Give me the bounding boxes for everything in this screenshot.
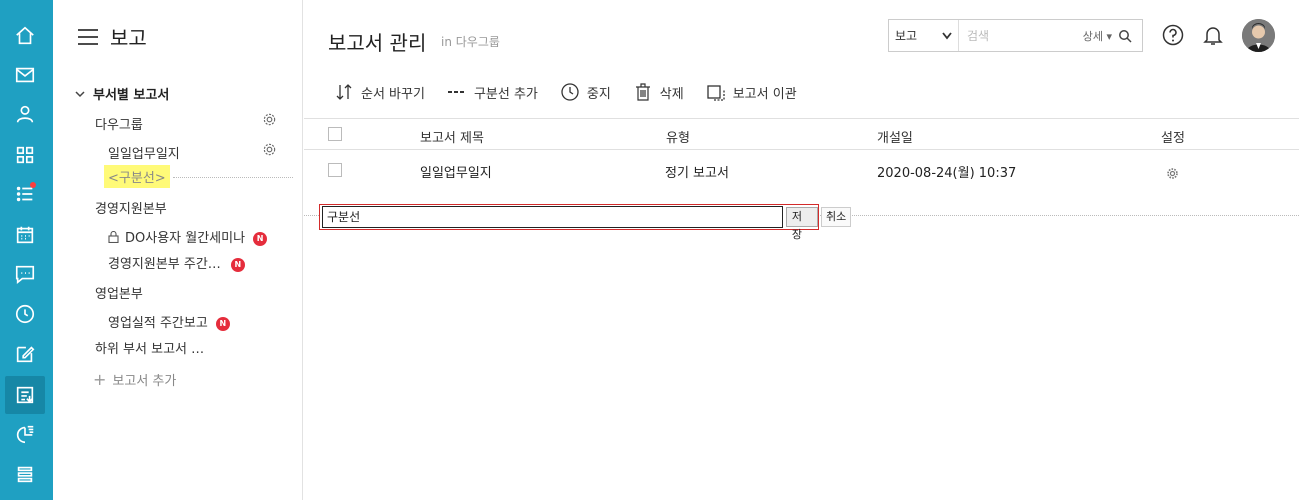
mail-icon[interactable]	[5, 56, 45, 94]
reorder-button[interactable]: 순서 바꾸기	[334, 82, 425, 102]
search-scope-select[interactable]: 보고	[889, 20, 959, 51]
add-separator-button[interactable]: 구분선 추가	[447, 82, 538, 102]
search-detail-label: 상세	[1082, 29, 1103, 43]
user-icon[interactable]	[5, 95, 45, 133]
sidebar-item-sales[interactable]: 영업본부	[95, 283, 143, 302]
sidebar-item-label: 경영지원본부	[95, 202, 167, 217]
dashed-line-icon	[447, 91, 466, 93]
page-title: 보고서 관리	[328, 31, 427, 55]
table-row[interactable]: 일일업무일지 정기 보고서 2020-08-24(월) 10:37	[304, 150, 1299, 192]
new-badge: N	[215, 316, 230, 331]
search-scope-value: 보고	[895, 29, 918, 43]
gear-icon[interactable]	[262, 142, 277, 157]
sidebar-title: 보고	[110, 26, 147, 50]
sidebar-item-management-weekly[interactable]: 경영지원본부 주간… N	[108, 253, 245, 272]
trash-icon	[635, 83, 650, 101]
sidebar-item-label: 경영지원본부 주간…	[108, 257, 221, 272]
sidebar-header: 보고	[78, 22, 147, 51]
edit-icon[interactable]	[5, 335, 45, 373]
row-created: 2020-08-24(월) 10:37	[877, 166, 1017, 181]
chat-icon[interactable]	[5, 255, 45, 293]
chevron-down-icon	[942, 32, 952, 40]
apps-icon[interactable]	[5, 136, 45, 174]
search-box: 보고 검색 상세 ▾	[888, 19, 1143, 52]
stop-label: 중지	[586, 86, 611, 102]
reorder-label: 순서 바꾸기	[361, 86, 425, 102]
separator-name-input[interactable]: 구분선	[322, 206, 783, 228]
sidebar: 보고 부서별 보고서 다우그룹 일일업무일지 <구분선> 경영지원본부 DO사용…	[53, 0, 303, 500]
bell-icon[interactable]	[1202, 24, 1224, 46]
search-icon[interactable]	[1118, 29, 1132, 43]
toolbar: 순서 바꾸기 구분선 추가 중지 삭제 보고서 이관	[334, 82, 819, 102]
sidebar-item-sales-weekly[interactable]: 영업실적 주간보고 N	[108, 312, 230, 331]
sidebar-separator-line	[173, 177, 293, 178]
sidebar-item-label: 일일업무일지	[108, 147, 180, 162]
add-report-label: 보고서 추가	[112, 374, 177, 389]
gear-icon[interactable]	[262, 112, 277, 127]
sidebar-item-label: 영업본부	[95, 287, 143, 302]
cancel-button[interactable]: 취소	[821, 207, 852, 227]
sidebar-item-label: DO사용자 월간세미나	[125, 231, 246, 246]
help-icon[interactable]	[1162, 24, 1184, 46]
delete-label: 삭제	[659, 86, 684, 102]
save-button[interactable]: 저장	[785, 207, 818, 241]
select-all-checkbox[interactable]	[328, 127, 342, 141]
chevron-down-icon	[75, 90, 85, 97]
column-header-title[interactable]: 보고서 제목	[420, 127, 484, 146]
sidebar-item-do-seminar[interactable]: DO사용자 월간세미나 N	[108, 227, 268, 246]
new-badge: N	[253, 231, 268, 246]
sidebar-item-management[interactable]: 경영지원본부	[95, 198, 167, 217]
transfer-label: 보고서 이관	[732, 86, 797, 102]
row-checkbox[interactable]	[328, 163, 342, 177]
row-title[interactable]: 일일업무일지	[420, 162, 492, 181]
add-report-button[interactable]: + 보고서 추가	[93, 370, 176, 389]
icon-rail	[0, 0, 53, 500]
sort-arrows-icon	[336, 84, 352, 100]
sidebar-separator-label[interactable]: <구분선>	[104, 165, 170, 188]
main-content: 보고서 관리 in 다우그룹 보고 검색 상세 ▾ 순서 바꾸기 구분선 추가	[304, 0, 1299, 500]
separator-editor: 구분선 저장	[319, 204, 819, 241]
list-icon[interactable]	[5, 175, 45, 213]
sidebar-item-label: 다우그룹	[95, 118, 143, 133]
avatar[interactable]	[1242, 19, 1275, 52]
chart-icon[interactable]	[5, 415, 45, 453]
lock-icon	[108, 231, 119, 243]
hamburger-icon[interactable]	[78, 28, 98, 45]
delete-button[interactable]: 삭제	[633, 82, 684, 102]
column-header-created[interactable]: 개설일	[877, 127, 913, 146]
home-icon[interactable]	[5, 17, 45, 55]
add-separator-label: 구분선 추가	[473, 86, 538, 102]
sidebar-item-daou-group[interactable]: 다우그룹	[95, 114, 143, 133]
search-detail-toggle[interactable]: 상세 ▾	[1083, 28, 1112, 44]
sidebar-group-toggle[interactable]: 부서별 보고서	[75, 84, 169, 103]
clock-icon	[561, 83, 579, 101]
new-badge: N	[230, 257, 245, 272]
search-input[interactable]: 검색	[959, 27, 1083, 44]
calendar-icon[interactable]	[5, 216, 45, 254]
menu-icon[interactable]	[5, 455, 45, 493]
transfer-icon	[707, 85, 725, 101]
plus-icon: +	[93, 370, 107, 389]
gear-icon[interactable]	[1166, 167, 1179, 180]
sidebar-item-label: 하위 부서 보고서 …	[95, 342, 205, 357]
stop-button[interactable]: 중지	[560, 82, 611, 102]
report-icon[interactable]	[5, 376, 45, 414]
clock-icon[interactable]	[5, 295, 45, 333]
report-table: 보고서 제목 유형 개설일 설정 일일업무일지 정기 보고서 2020-08-2…	[304, 118, 1299, 192]
sidebar-item-label: 영업실적 주간보고	[108, 316, 208, 331]
column-header-settings: 설정	[1161, 131, 1185, 146]
sidebar-item-daily-log[interactable]: 일일업무일지	[108, 143, 180, 162]
app-root: 보고 부서별 보고서 다우그룹 일일업무일지 <구분선> 경영지원본부 DO사용…	[0, 0, 1299, 500]
column-header-type[interactable]: 유형	[666, 127, 690, 146]
row-type: 정기 보고서	[665, 166, 729, 181]
sidebar-group-label: 부서별 보고서	[93, 88, 170, 103]
transfer-button[interactable]: 보고서 이관	[706, 82, 797, 102]
page-subtitle: in 다우그룹	[441, 35, 500, 49]
notification-dot	[30, 182, 36, 188]
table-header: 보고서 제목 유형 개설일 설정	[304, 118, 1299, 150]
sidebar-item-sub-departments[interactable]: 하위 부서 보고서 …	[95, 338, 204, 357]
